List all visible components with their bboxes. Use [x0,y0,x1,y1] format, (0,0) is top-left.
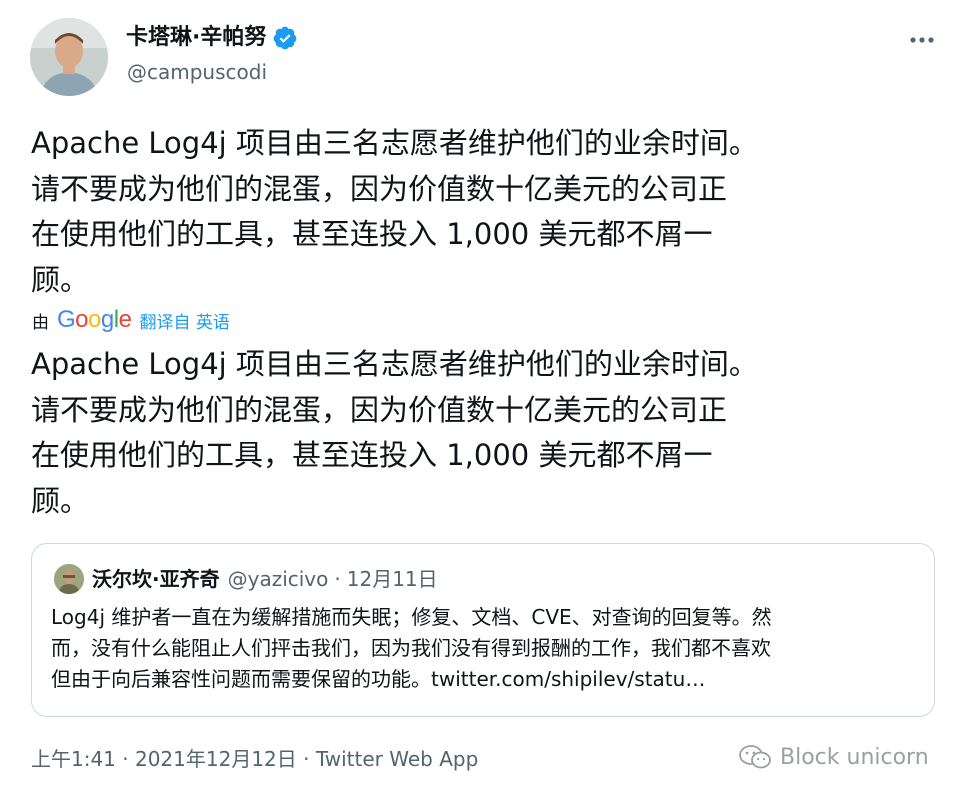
translation-attribution: 由 Google 翻译自 英语 [32,305,230,335]
translate-source-link[interactable]: 翻译自 英语 [139,308,229,333]
author-avatar[interactable] [30,18,108,96]
quoted-author-avatar[interactable] [54,564,84,594]
tweet-timestamp[interactable]: 上午1:41 · 2021年12月12日 · Twitter Web App [31,745,478,773]
watermark: Block unicorn [738,742,929,772]
quoted-tweet[interactable]: 沃尔坎·亚齐奇 @yazicivo · 12月11日 Log4j 维护者一直在为… [31,543,935,717]
quoted-header: 沃尔坎·亚齐奇 @yazicivo · 12月11日 [92,565,438,593]
author-handle[interactable]: @campuscodi [127,59,267,85]
quoted-author-handle[interactable]: @yazicivo [228,565,329,593]
translate-prefix: 由 [32,312,49,333]
quoted-separator: · [334,567,341,591]
quoted-author-name[interactable]: 沃尔坎·亚齐奇 [92,565,220,593]
tweet-text-original: Apache Log4j 项目由三名志愿者维护他们的业余时间。 请不要成为他们的… [31,126,758,297]
watermark-text: Block unicorn [780,744,929,770]
google-logo: Google [57,306,132,333]
author-name[interactable]: 卡塔琳·辛帕努 [126,24,298,52]
author-name-text[interactable]: 卡塔琳·辛帕努 [126,24,266,52]
more-options-button[interactable] [904,26,940,54]
quoted-tweet-text: Log4j 维护者一直在为缓解措施而失眠；修复、文档、CVE、对查询的回复等。然… [51,605,772,691]
more-horizontal-icon [910,37,934,43]
verified-badge-icon [272,25,298,51]
wechat-icon [739,745,771,769]
tweet-text-translated: Apache Log4j 项目由三名志愿者维护他们的业余时间。 请不要成为他们的… [31,347,758,518]
tweet-card: 卡塔琳·辛帕努 @campuscodi Apache Log4j 项目由三名志愿… [0,0,956,795]
quoted-date[interactable]: 12月11日 [347,565,438,593]
